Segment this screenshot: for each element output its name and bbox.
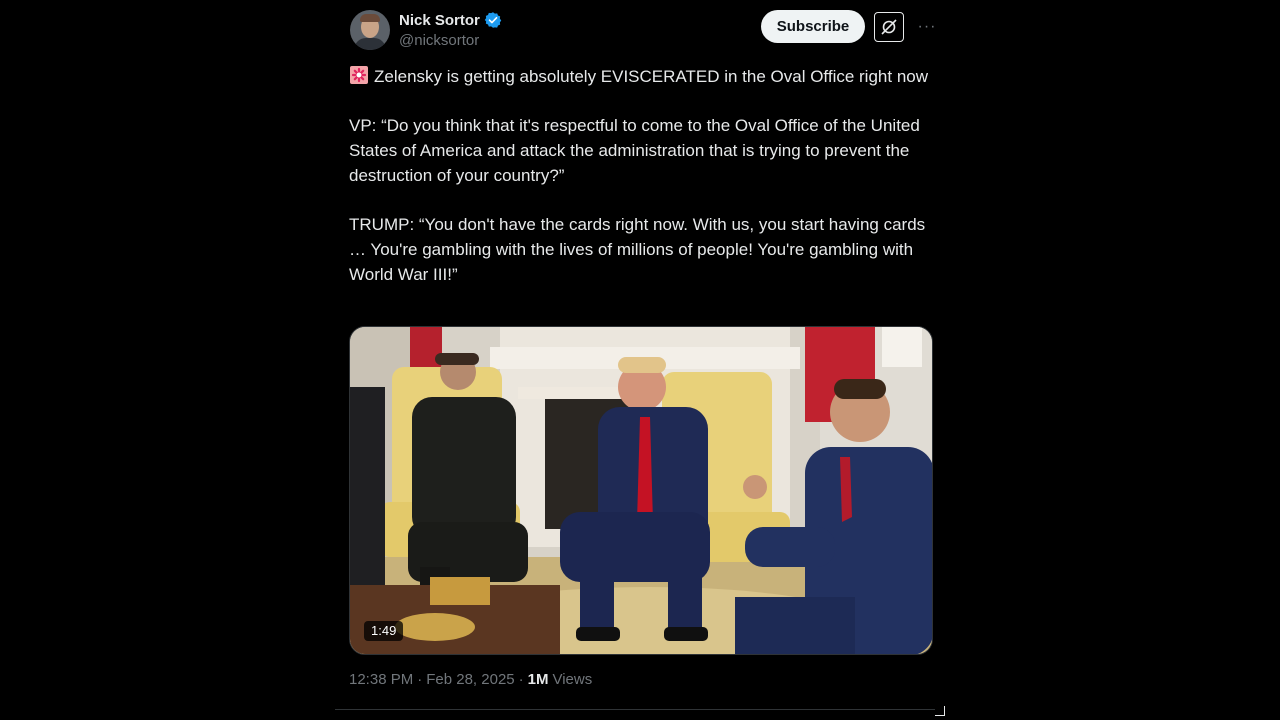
tweet-text: Zelensky is getting absolutely EVISCERAT… [349,65,929,287]
tweet-time[interactable]: 12:38 PM [349,671,413,688]
grok-icon[interactable] [874,12,904,42]
author-display-name[interactable]: Nick Sortor [399,12,480,29]
tweet-meta: 12:38 PM · Feb 28, 2025 · 1M Views [349,671,592,688]
author-handle[interactable]: @nicksortor [399,32,479,49]
grok-glyph [881,19,897,35]
video-thumbnail [350,327,932,654]
views-label: Views [552,671,593,688]
police-siren-icon [350,66,368,84]
divider [335,709,935,710]
subscribe-button[interactable]: Subscribe [761,10,865,43]
tweet-body: Zelensky is getting absolutely EVISCERAT… [349,67,929,284]
tweet-date[interactable]: Feb 28, 2025 [426,671,514,688]
video-player[interactable]: 1:49 [349,326,933,655]
video-duration: 1:49 [364,621,404,641]
meta-separator: · [417,671,423,688]
tweet-card: Nick Sortor @nicksortor Subscribe ··· Ze… [335,0,945,720]
more-horizontal-icon[interactable]: ··· [915,12,939,42]
avatar[interactable] [350,10,390,50]
views-count: 1M [527,671,549,688]
meta-separator: · [518,671,524,688]
author-name-row: Nick Sortor [399,11,502,29]
verified-badge-icon [484,12,502,28]
resize-corner [935,706,945,716]
